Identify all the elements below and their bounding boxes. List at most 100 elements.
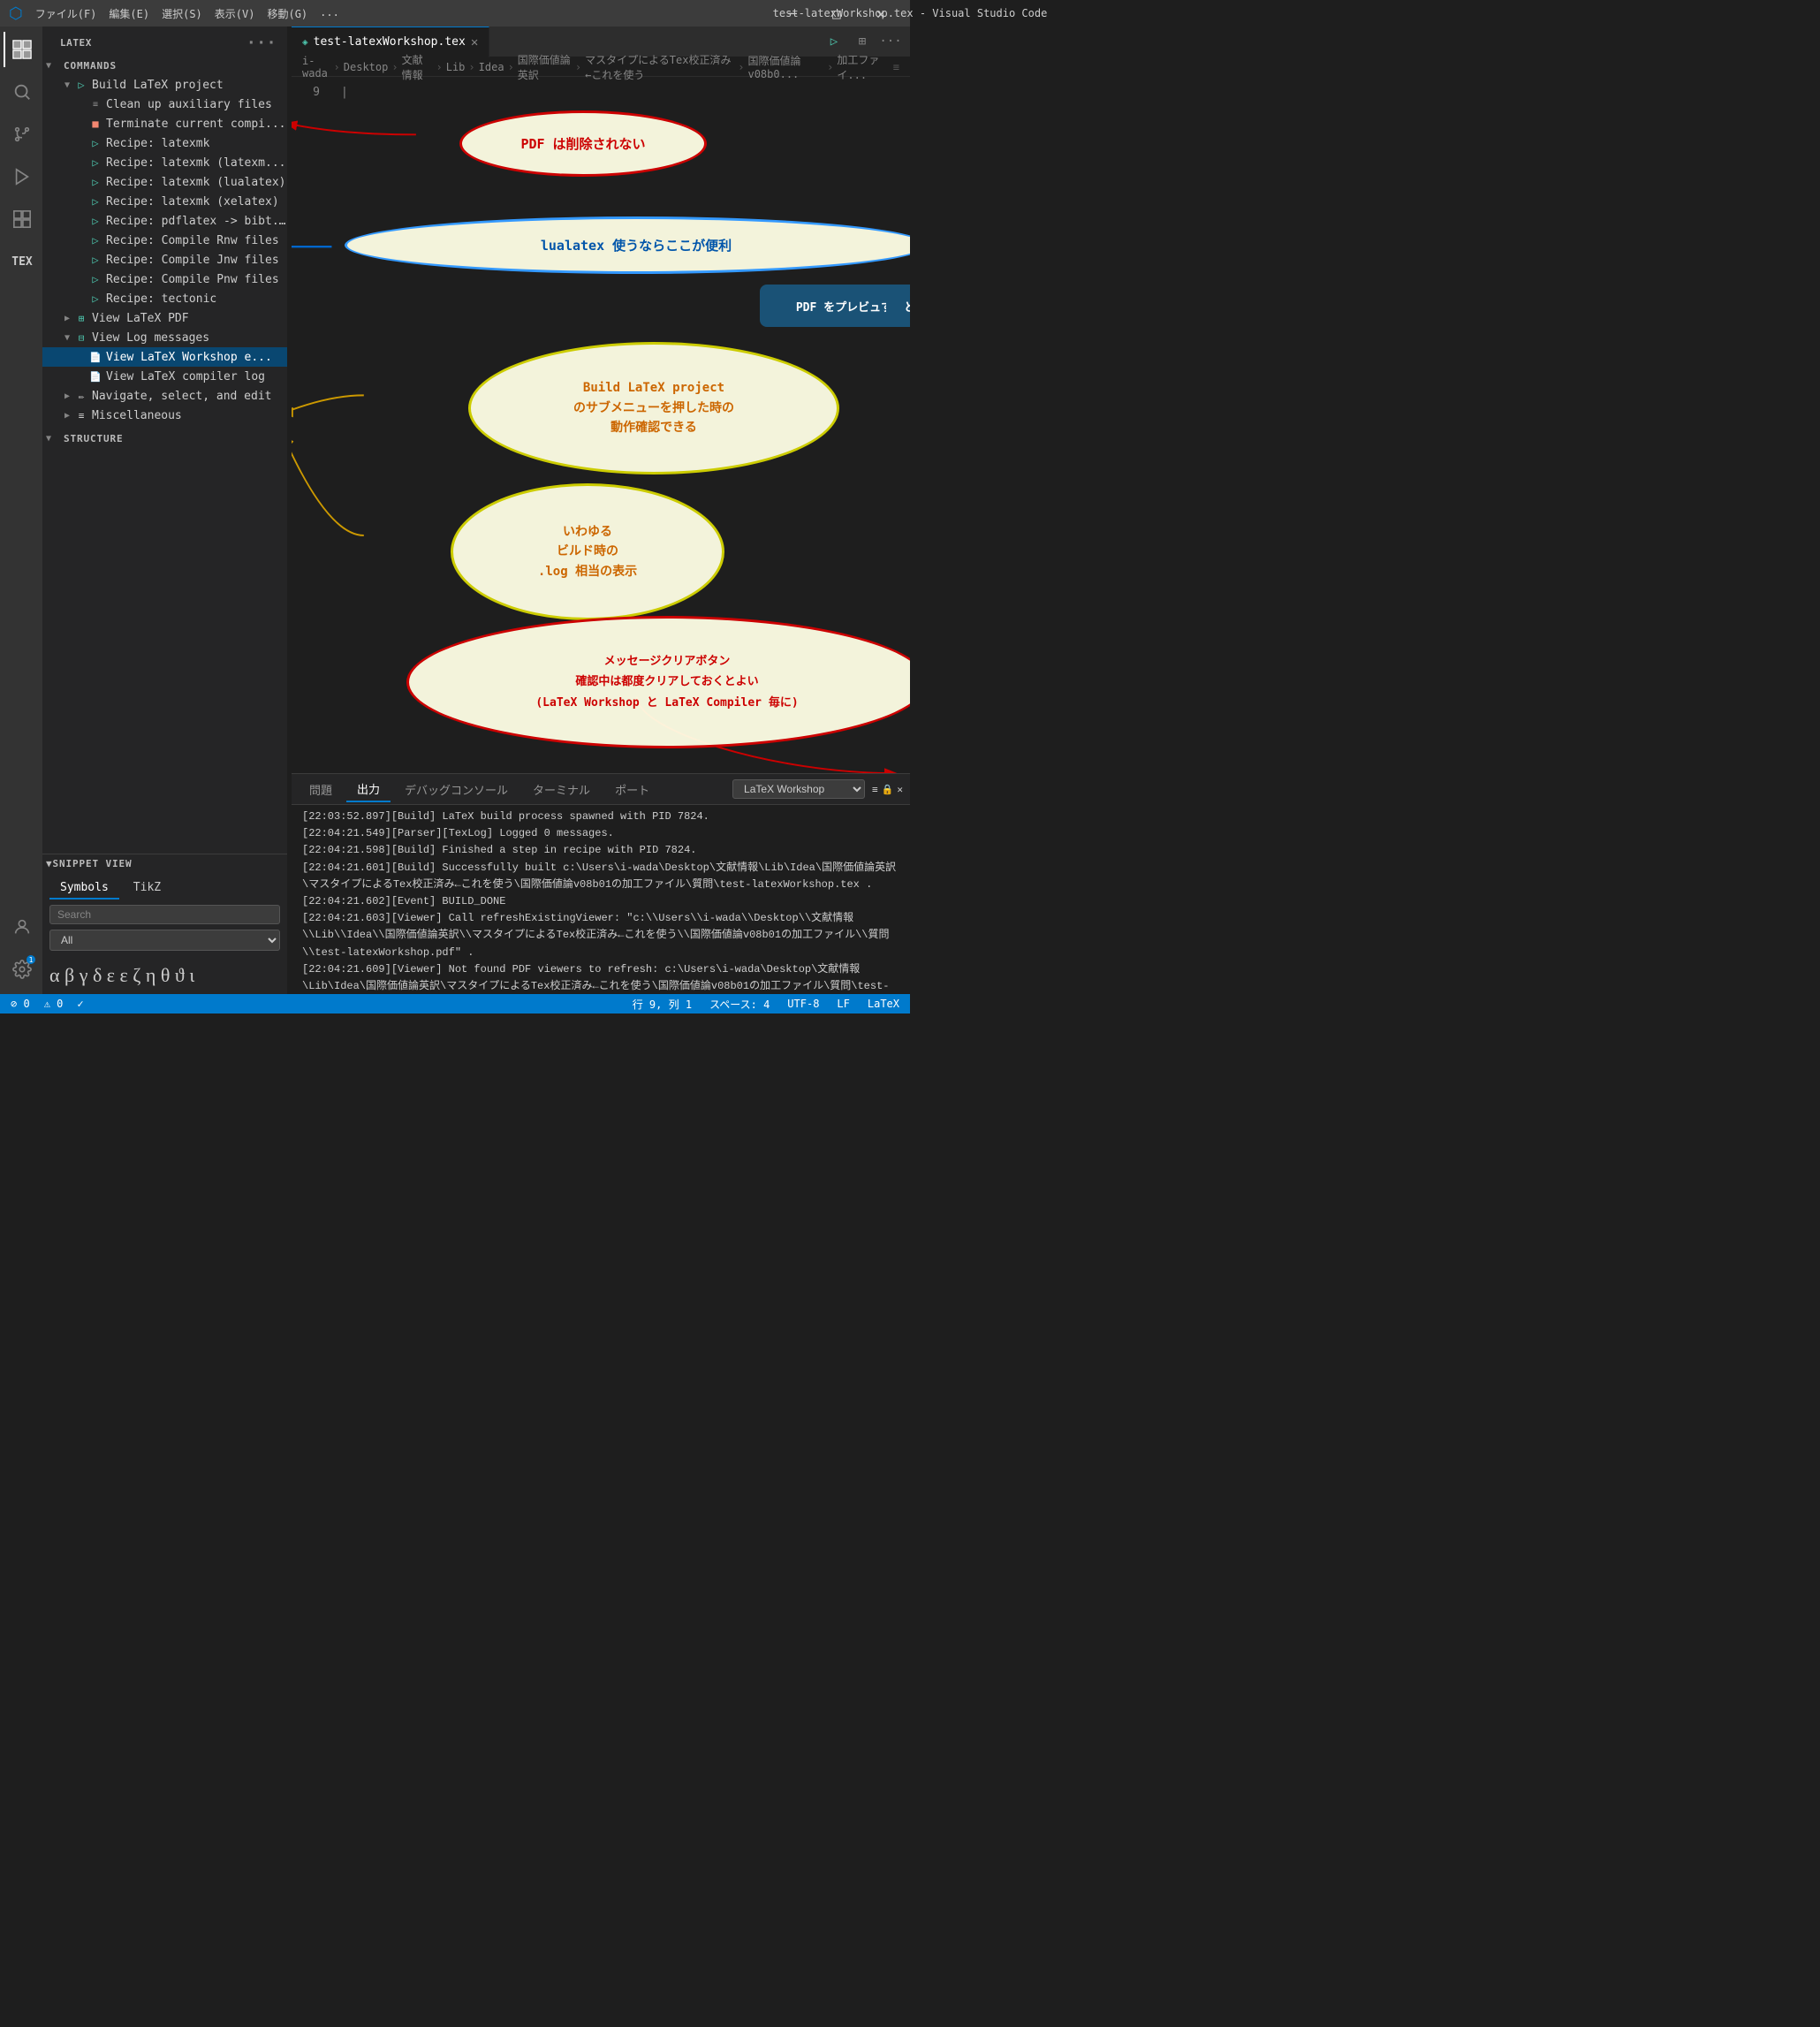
tree-item-recipe-lualatex[interactable]: ▶ ▷ Recipe: latexmk (lualatex) [42,172,287,192]
eol-value: LF [837,998,849,1010]
more-actions-icon[interactable]: ··· [878,29,903,54]
view-pdf-chevron-icon: ▶ [60,311,74,325]
terminal-lock-icon[interactable]: 🔒 [882,784,894,795]
tab-tex-icon: ◈ [302,36,308,48]
tree-item-recipe-latexmk[interactable]: ▶ ▷ Recipe: latexmk [42,133,287,153]
tree-item-view-compiler-log[interactable]: ▶ 📄 View LaTeX compiler log [42,367,287,386]
snippet-search-input[interactable] [49,905,280,924]
r6-play-icon: ▷ [88,233,102,247]
editor-area: ◈ test-latexWorkshop.tex ✕ ▷ ⊞ ··· i-wad… [292,27,910,994]
snippet-dropdown[interactable]: All [49,930,280,951]
vscode-logo-icon: ⬡ [9,4,23,23]
terminal-clear-icon[interactable]: ≡ [872,784,878,795]
status-eol[interactable]: LF [833,994,853,1014]
tab-symbols[interactable]: Symbols [49,877,119,900]
tab-test-latexworkshop[interactable]: ◈ test-latexWorkshop.tex ✕ [292,27,489,57]
w2-icon: 📄 [88,369,102,383]
line-number-9: 9 [292,84,320,101]
line-numbers: 9 [292,77,327,773]
bc-iwada[interactable]: i-wada [302,55,330,80]
w1-label: View LaTeX Workshop e... [106,351,272,364]
view-pdf-label: View LaTeX PDF [92,312,189,325]
tree-item-recipe-rnw[interactable]: ▶ ▷ Recipe: Compile Rnw files [42,231,287,250]
activity-extensions-icon[interactable] [4,201,39,237]
tree-item-recipe-xelatex[interactable]: ▶ ▷ Recipe: latexmk (xelatex) [42,192,287,211]
terminal-close-icon[interactable]: ✕ [897,784,903,795]
build-expand-icon: ▼ [60,78,74,92]
tab-toolbar: ▷ ⊞ ··· [822,29,910,54]
view-log-chevron-icon: ▼ [60,330,74,345]
activity-search-icon[interactable] [4,74,39,110]
terminal-output-select[interactable]: LaTeX Workshop [732,779,865,799]
status-language[interactable]: LaTeX [864,994,903,1014]
terminal-tab-port[interactable]: ポート [604,778,660,801]
tree-item-miscellaneous[interactable]: ▶ ≡ Miscellaneous [42,406,287,425]
activity-settings-icon[interactable]: 1 [4,952,39,987]
status-warnings[interactable]: ⚠ 0 [41,994,67,1014]
tree-item-view-workshop-e[interactable]: ▶ 📄 View LaTeX Workshop e... [42,347,287,367]
bc-lib[interactable]: Lib [446,61,466,73]
activity-account-icon[interactable] [4,909,39,945]
activity-tex-icon[interactable]: TEX [4,244,39,279]
status-encoding[interactable]: UTF-8 [784,994,823,1014]
commands-label: COMMANDS [64,60,117,72]
activity-explorer-icon[interactable] [4,32,39,67]
terminal-tab-debug[interactable]: デバッグコンソール [394,778,519,801]
tree-item-recipe-tectonic[interactable]: ▶ ▷ Recipe: tectonic [42,289,287,308]
activity-debug-icon[interactable] [4,159,39,194]
activity-git-icon[interactable] [4,117,39,152]
menu-more[interactable]: ... [315,4,345,23]
snippet-chevron-icon: ▼ [46,858,53,869]
r1-label: Recipe: latexmk [106,137,209,150]
tree-item-navigate[interactable]: ▶ ✏ Navigate, select, and edit [42,386,287,406]
error-count: ⊘ 0 [11,998,30,1010]
bc-desktop[interactable]: Desktop [344,61,389,73]
encoding-value: UTF-8 [787,998,819,1010]
tree-item-view-log[interactable]: ▼ ⊟ View Log messages [42,328,287,347]
status-left: ⊘ 0 ⚠ 0 ✓ [7,994,87,1014]
menu-go[interactable]: 移動(G) [262,4,313,23]
terminal-tab-shutsuryoku[interactable]: 出力 [346,777,391,802]
tab-close-icon[interactable]: ✕ [471,35,478,49]
tab-filename: test-latexWorkshop.tex [314,35,466,49]
snippet-tabs: Symbols TikZ [42,874,287,900]
tree-item-recipe-pdflatex[interactable]: ▶ ▷ Recipe: pdflatex -> bibt... [42,211,287,231]
tree-item-recipe-jnw[interactable]: ▶ ▷ Recipe: Compile Jnw files [42,250,287,270]
menu-file[interactable]: ファイル(F) [30,4,102,23]
sidebar-more-button[interactable]: ··· [246,34,277,52]
run-icon[interactable]: ▷ [822,29,846,54]
status-errors[interactable]: ⊘ 0 [7,994,34,1014]
section-structure[interactable]: ▼ STRUCTURE [42,429,287,448]
sidebar-header: LATEX ··· [42,27,287,56]
menu-view[interactable]: 表示(V) [209,4,261,23]
bc-sep7: › [738,61,744,73]
terminal-tab-terminal[interactable]: ターミナル [522,778,601,801]
menu-edit[interactable]: 編集(E) [103,4,155,23]
status-line-col[interactable]: 行 9, 列 1 [629,994,695,1014]
terminal-tab-mondai[interactable]: 問題 [299,778,343,801]
line-col-value: 行 9, 列 1 [633,997,692,1012]
status-check[interactable]: ✓ [73,994,87,1014]
section-commands[interactable]: ▼ COMMANDS [42,56,287,75]
r4-play-icon: ▷ [88,194,102,209]
tree-item-clean-up[interactable]: ▶ ≡ Clean up auxiliary files [42,95,287,114]
tab-tikz[interactable]: TikZ [123,877,171,900]
tree-item-view-pdf[interactable]: ▶ ⊞ View LaTeX PDF [42,308,287,328]
menu-select[interactable]: 選択(S) [156,4,208,23]
terminal-content: [22:03:52.897][Build] LaTeX build proces… [292,805,910,994]
bc-minimap-icon: ≡ [893,61,899,73]
bc-sep6: › [575,61,581,73]
tree-item-recipe-latexmk2[interactable]: ▶ ▷ Recipe: latexmk (latexm... [42,153,287,172]
clean-up-label: Clean up auxiliary files [106,98,272,111]
tree-item-build-latex[interactable]: ▼ ▷ Build LaTeX project [42,75,287,95]
callout-lualatex: lualatex 使うならここが便利 [345,216,910,274]
snippet-view-header[interactable]: ▼ SNIPPET VIEW [42,854,287,874]
status-spaces[interactable]: スペース: 4 [706,994,773,1014]
split-editor-icon[interactable]: ⊞ [850,29,875,54]
tree-item-recipe-pnw[interactable]: ▶ ▷ Recipe: Compile Pnw files [42,270,287,289]
navigate-chevron-icon: ▶ [60,389,74,403]
bc-sep2: › [391,61,398,73]
bc-idea[interactable]: Idea [479,61,504,73]
bc-sep1: › [334,61,340,73]
tree-item-terminate[interactable]: ▶ ■ Terminate current compi... [42,114,287,133]
